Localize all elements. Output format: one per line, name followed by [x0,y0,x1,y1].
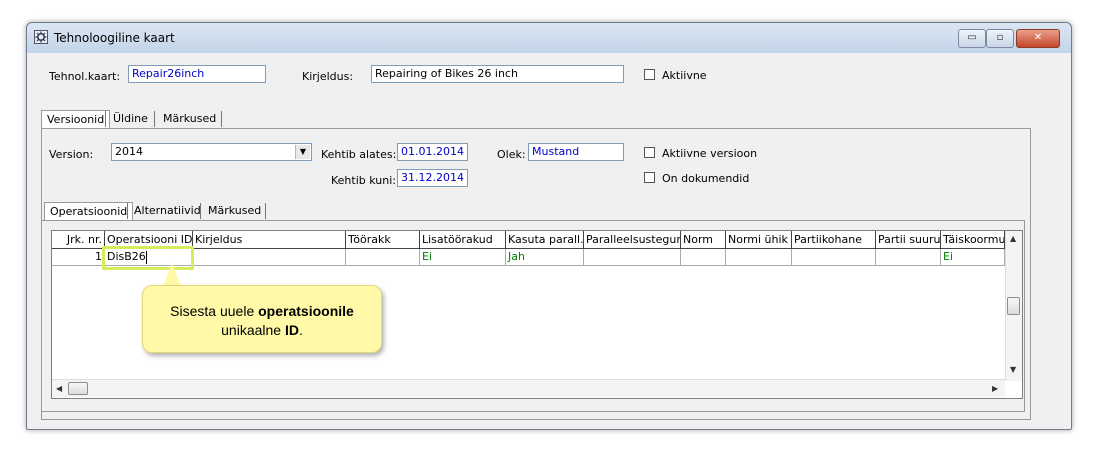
callout-text: . [298,322,303,338]
table-cell-taiskoormus[interactable]: Ei [941,249,1005,266]
table-cell-toorakk[interactable] [346,249,420,266]
column-header-norm[interactable]: Norm [681,231,726,249]
table-cell-kasuta-parall[interactable]: Jah [506,249,584,266]
column-header-kirjeldus[interactable]: Kirjeldus [193,231,346,249]
on-dokumendid-checkbox[interactable] [644,172,655,183]
version-value: 2014 [115,145,143,158]
aktiivne-versioon-checkbox[interactable] [644,147,655,158]
table-cell-norm[interactable] [681,249,726,266]
chevron-down-icon[interactable]: ▼ [295,145,310,159]
scroll-left-arrow-icon[interactable]: ◀ [56,384,62,393]
table-cell-normi-uhik[interactable] [726,249,792,266]
app-gear-icon [34,30,48,44]
subtab-alternatiivid[interactable]: Alternatiivid [129,202,206,220]
title-bar[interactable]: Tehnoloogiline kaart ▭ ▫ ✕ [27,23,1071,53]
tooltip-callout: Sisesta uuele operatsioonile unikaalne I… [142,285,382,353]
tab-separator [265,203,266,219]
tehnol-kaart-label: Tehnol.kaart: [49,70,121,83]
tab-markused[interactable]: Märkused [158,110,221,128]
tab-separator [221,111,222,127]
table-cell-jrk[interactable]: 1 [52,249,105,266]
column-header-partiikohane[interactable]: Partiikohane [792,231,876,249]
tab-separator [200,203,201,219]
kehtib-kuni-input[interactable]: 31.12.2014 [397,169,468,187]
aktiivne-label: Aktiivne [662,69,707,82]
column-header-normi-uhik[interactable]: Normi ühik [726,231,792,249]
scroll-down-arrow-icon[interactable]: ▼ [1010,365,1016,374]
scroll-right-arrow-icon[interactable]: ▶ [992,384,998,393]
kehtib-alates-input[interactable]: 01.01.2014 [397,143,468,161]
subtab-operatsioonid[interactable]: Operatsioonid [44,202,134,220]
table-cell-lisatoorakud[interactable]: Ei [420,249,506,266]
table-cell-partiikohane[interactable] [792,249,876,266]
column-header-toorakk[interactable]: Töörakk [346,231,420,249]
kehtib-kuni-label: Kehtib kuni: [331,174,396,187]
column-header-paralleelsustegur[interactable]: Paralleelsustegur [584,231,681,249]
tab-separator [127,203,128,219]
callout-text: unikaalne [221,322,285,338]
column-header-partii-suurus[interactable]: Partii suurus [876,231,941,249]
version-select[interactable]: 2014 ▼ [111,143,312,161]
callout-bold-text: ID [284,322,299,338]
horizontal-scrollbar[interactable]: ◀ ▶ [52,379,1005,397]
tab-uldine[interactable]: Üldine [108,110,153,128]
tab-versioonid[interactable]: Versioonid [41,110,111,128]
aktiivne-checkbox[interactable] [644,69,655,80]
table-cell-paralleelsustegur[interactable] [584,249,681,266]
table-cell-partii-suurus[interactable] [876,249,941,266]
tab-separator [154,111,155,127]
version-label: Version: [49,148,94,161]
vertical-scrollbar[interactable]: ▲ ▼ [1005,231,1022,381]
callout-bold-text: operatsioonile [258,303,354,319]
kirjeldus-label: Kirjeldus: [302,70,354,83]
callout-text: Sisesta uuele [170,303,259,319]
window-title: Tehnoloogiline kaart [54,31,175,45]
kehtib-alates-label: Kehtib alates: [321,148,397,161]
tab-separator [105,111,106,127]
aktiivne-versioon-label: Aktiivne versioon [662,147,758,160]
subtab-markused[interactable]: Märkused [203,202,266,220]
scroll-up-arrow-icon[interactable]: ▲ [1010,234,1016,243]
column-header-lisatoorakud[interactable]: Lisatöörakud [420,231,506,249]
on-dokumendid-label: On dokumendid [662,172,750,185]
close-button[interactable]: ✕ [1016,29,1060,48]
column-header-jrk[interactable]: Jrk. nr. [52,231,105,249]
olek-input[interactable]: Mustand [528,143,624,161]
horizontal-scroll-thumb[interactable] [68,382,88,395]
kirjeldus-input[interactable]: Repairing of Bikes 26 inch [371,65,624,83]
column-header-kasuta-parall[interactable]: Kasuta parall. [506,231,584,249]
olek-label: Olek: [497,148,526,161]
maximize-button[interactable]: ▫ [986,29,1014,48]
minimize-button[interactable]: ▭ [958,29,986,48]
column-header-taiskoormus[interactable]: Täiskoormus [941,231,1005,249]
vertical-scroll-thumb[interactable] [1007,297,1020,315]
tehnol-kaart-input[interactable]: Repair26inch [128,65,266,83]
table-cell-kirjeldus[interactable] [193,249,346,266]
